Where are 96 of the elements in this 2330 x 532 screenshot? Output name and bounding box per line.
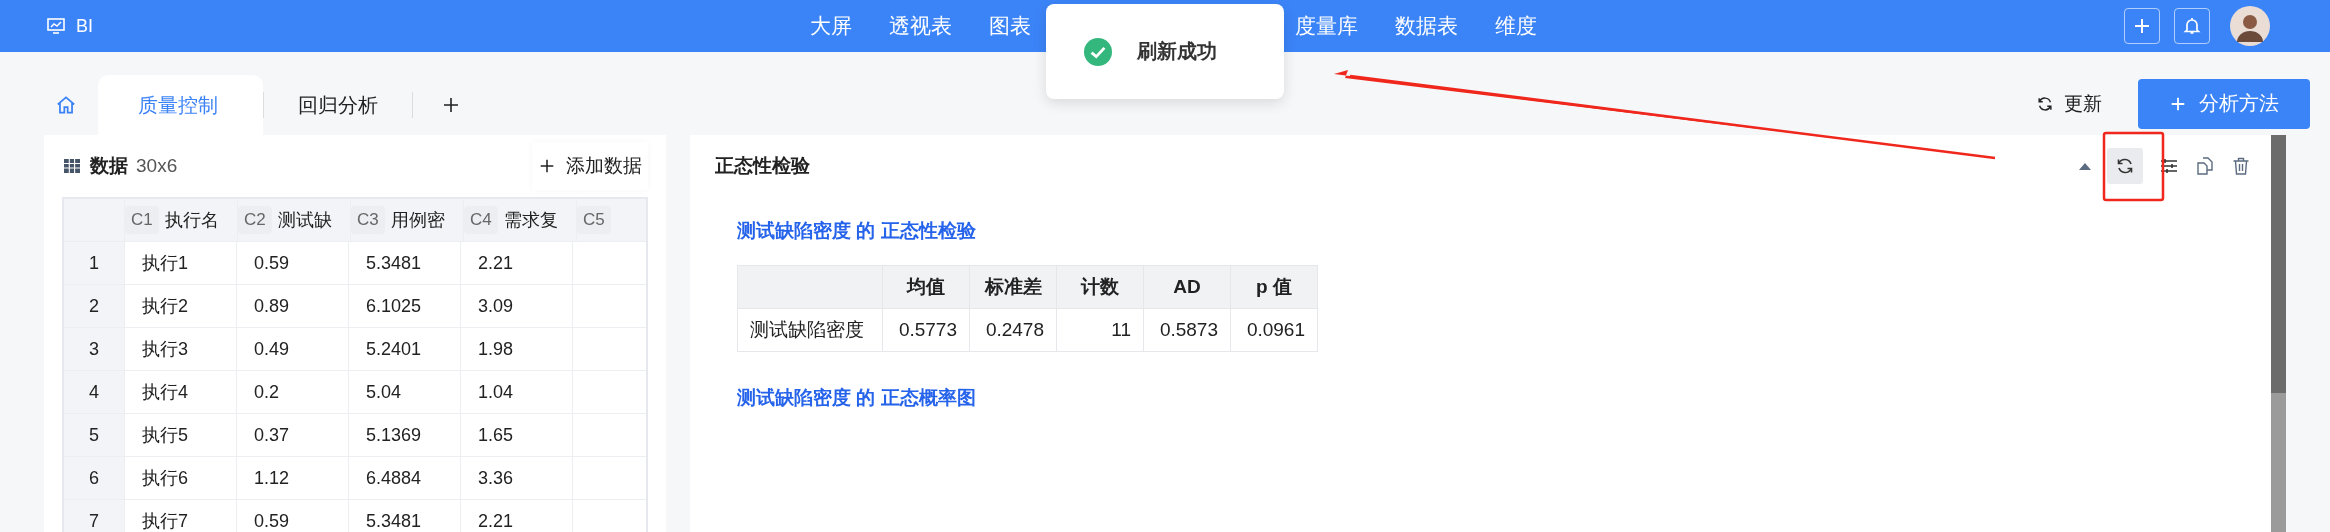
- table-cell: 0.5873: [1143, 308, 1231, 352]
- table-cell: 6.4884: [349, 457, 461, 499]
- nav-link[interactable]: 度量库: [1295, 12, 1358, 40]
- table-cell: 1.98: [461, 328, 573, 370]
- header-cell: 标准差: [969, 265, 1057, 309]
- add-icon[interactable]: [2124, 8, 2160, 44]
- column-header[interactable]: C3 用例密: [351, 199, 464, 241]
- analysis-method-button[interactable]: 分析方法: [2138, 78, 2310, 129]
- avatar[interactable]: [2230, 6, 2270, 46]
- table-cell: 执行3: [125, 328, 237, 370]
- column-header[interactable]: C1 执行名: [125, 199, 238, 241]
- table-cell: 执行6: [125, 457, 237, 499]
- column-code: C4: [464, 206, 498, 234]
- table-cell: 执行2: [125, 285, 237, 327]
- tab[interactable]: 质量控制: [98, 75, 263, 135]
- row-label: 测试缺陷密度: [737, 308, 883, 352]
- row-number: 2: [64, 285, 125, 327]
- table-cell: 6.1025: [349, 285, 461, 327]
- success-icon: [1084, 37, 1112, 66]
- toast-message: 刷新成功: [1137, 39, 1217, 64]
- column-header[interactable]: C4 需求复: [464, 199, 577, 241]
- table-cell: 5.04: [349, 371, 461, 413]
- column-name: 用例密: [390, 209, 445, 232]
- column-code: C5: [577, 206, 611, 234]
- trash-icon[interactable]: [2231, 156, 2251, 176]
- section-heading: 测试缺陷密度 的 正态性检验: [737, 219, 977, 243]
- table-cell: 3.36: [461, 457, 573, 499]
- column-name: 测试缺: [277, 209, 332, 232]
- table-cell: 5.2401: [349, 328, 461, 370]
- table-cell: 0.59: [237, 242, 349, 284]
- panel-title: 数据: [90, 154, 128, 178]
- nav-link[interactable]: 大屏: [810, 12, 852, 40]
- update-button[interactable]: 更新: [2030, 89, 2108, 118]
- table-cell: 1.04: [461, 371, 573, 413]
- table-cell: 1.12: [237, 457, 349, 499]
- header-cell: p 值: [1230, 265, 1318, 309]
- scrollbar[interactable]: [2271, 135, 2286, 532]
- scroll-thumb[interactable]: [2271, 135, 2286, 393]
- table-cell: 5.1369: [349, 414, 461, 456]
- column-name: 执行名: [164, 209, 219, 232]
- column-header[interactable]: C2 测试缺: [238, 199, 351, 241]
- table-cell: 0.0961: [1230, 308, 1318, 352]
- home-icon[interactable]: [55, 94, 77, 116]
- add-data-button[interactable]: 添加数据: [532, 142, 648, 190]
- nav-link[interactable]: 维度: [1495, 12, 1537, 40]
- table-cell: 5.3481: [349, 500, 461, 532]
- table-cell: 0.2478: [969, 308, 1057, 352]
- app-title: BI: [76, 15, 93, 37]
- header-cell: AD: [1143, 265, 1231, 309]
- column-code: C1: [125, 206, 159, 234]
- nav-link[interactable]: 透视表: [889, 12, 952, 40]
- column-code: C3: [351, 206, 385, 234]
- table-cell: 11: [1056, 308, 1144, 352]
- data-size: 30x6: [136, 155, 178, 177]
- row-number: 4: [64, 371, 125, 413]
- table-cell: 执行7: [125, 500, 237, 532]
- table-cell: 1.65: [461, 414, 573, 456]
- table-icon: [62, 156, 82, 176]
- table-cell: 0.2: [237, 371, 349, 413]
- add-tab-icon[interactable]: [441, 95, 461, 115]
- row-number: 6: [64, 457, 125, 499]
- table-cell: 5.3481: [349, 242, 461, 284]
- section-heading: 测试缺陷密度 的 正态概率图: [737, 386, 977, 410]
- row-number: 3: [64, 328, 125, 370]
- collapse-icon[interactable]: [2079, 162, 2091, 170]
- nav-link[interactable]: 图表: [989, 12, 1031, 40]
- row-number: 1: [64, 242, 125, 284]
- column-header[interactable]: C5: [577, 199, 646, 241]
- header-cell: 计数: [1056, 265, 1144, 309]
- tab[interactable]: 回归分析: [264, 75, 412, 135]
- column-name: 需求复: [503, 209, 558, 232]
- copy-icon[interactable]: [2195, 156, 2215, 176]
- table-cell: 0.37: [237, 414, 349, 456]
- column-code: C2: [238, 206, 272, 234]
- plus-icon: [538, 157, 556, 175]
- table-cell: 0.89: [237, 285, 349, 327]
- table-cell: 0.59: [237, 500, 349, 532]
- table-cell: 执行5: [125, 414, 237, 456]
- panel-title: 正态性检验: [715, 154, 810, 178]
- nav-link[interactable]: 数据表: [1395, 12, 1458, 40]
- settings-icon[interactable]: [2159, 156, 2179, 176]
- table-cell: 2.21: [461, 242, 573, 284]
- row-number: 5: [64, 414, 125, 456]
- refresh-icon: [2036, 94, 2054, 113]
- bell-icon[interactable]: [2174, 8, 2210, 44]
- table-cell: 2.21: [461, 500, 573, 532]
- header-cell: 均值: [882, 265, 970, 309]
- highlight-box: [2102, 131, 2165, 202]
- chart-icon: [46, 16, 66, 36]
- table-cell: 0.49: [237, 328, 349, 370]
- row-number: 7: [64, 500, 125, 532]
- table-cell: 执行1: [125, 242, 237, 284]
- table-cell: 0.5773: [882, 308, 970, 352]
- refresh-icon[interactable]: [2107, 148, 2143, 184]
- table-cell: 执行4: [125, 371, 237, 413]
- table-cell: 3.09: [461, 285, 573, 327]
